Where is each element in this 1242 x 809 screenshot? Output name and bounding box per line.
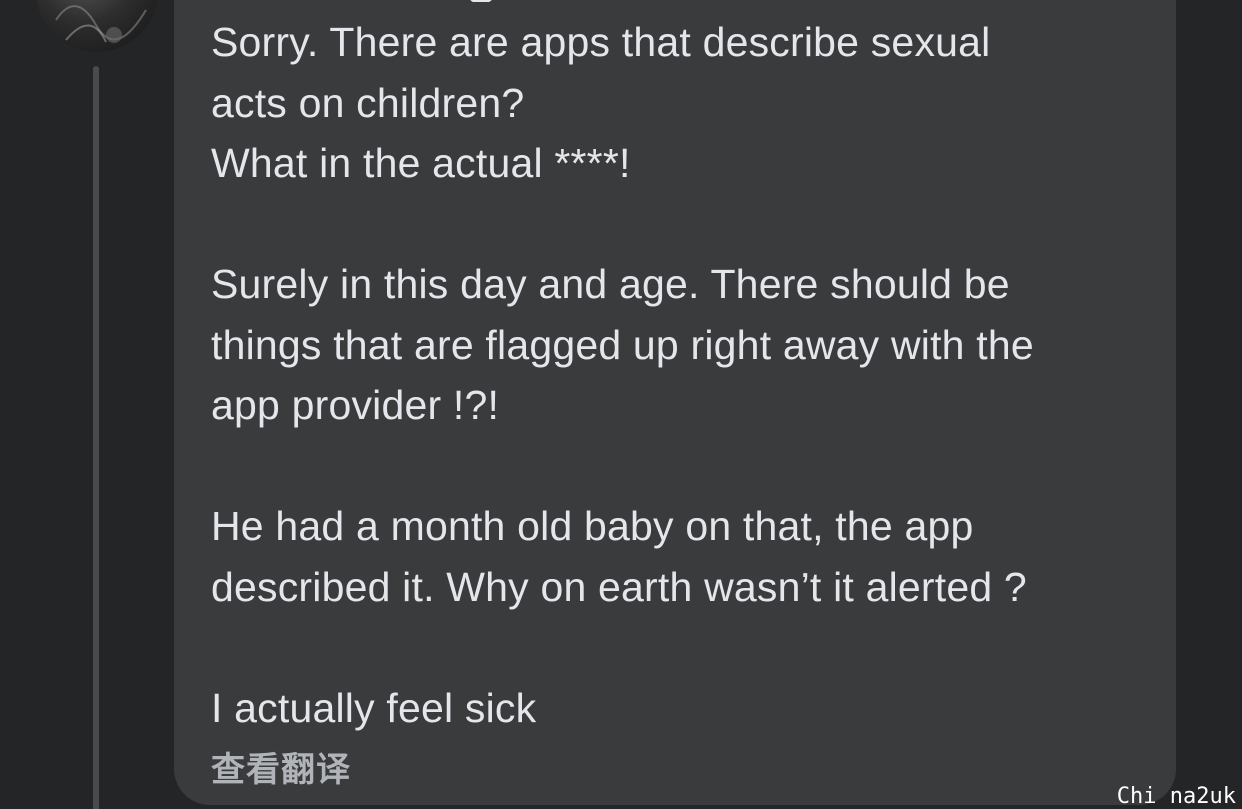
comment-line: I actually feel sick: [211, 684, 537, 731]
avatar[interactable]: [36, 0, 158, 52]
comment-thread-screen: Sorry. There are apps that describe sexu…: [0, 0, 1242, 809]
comment-line: He had a month old baby on that, the app: [211, 503, 974, 549]
comment-line: What in the actual ****!: [211, 140, 631, 186]
comment-line: things that are flagged up right away wi…: [211, 321, 1034, 368]
commenter-name-partial[interactable]: [372, 0, 492, 2]
watermark: Chi na2uk: [1116, 784, 1236, 809]
comment-line: acts on children?: [211, 79, 525, 126]
name-glyph-fragment: [468, 0, 492, 2]
comment-line: Surely in this day and age. There should…: [211, 261, 1010, 307]
comment-line: app provider !?!: [211, 382, 500, 428]
avatar-image: [55, 5, 147, 43]
comment-line: described it. Why on earth wasn’t it ale…: [211, 563, 1027, 610]
comment-line: Sorry. There are apps that describe sexu…: [211, 19, 991, 65]
comment-body: Sorry. There are apps that describe sexu…: [211, 12, 1161, 738]
reply-thread-line: [93, 66, 99, 809]
see-translation-link[interactable]: 查看翻译: [211, 742, 351, 791]
